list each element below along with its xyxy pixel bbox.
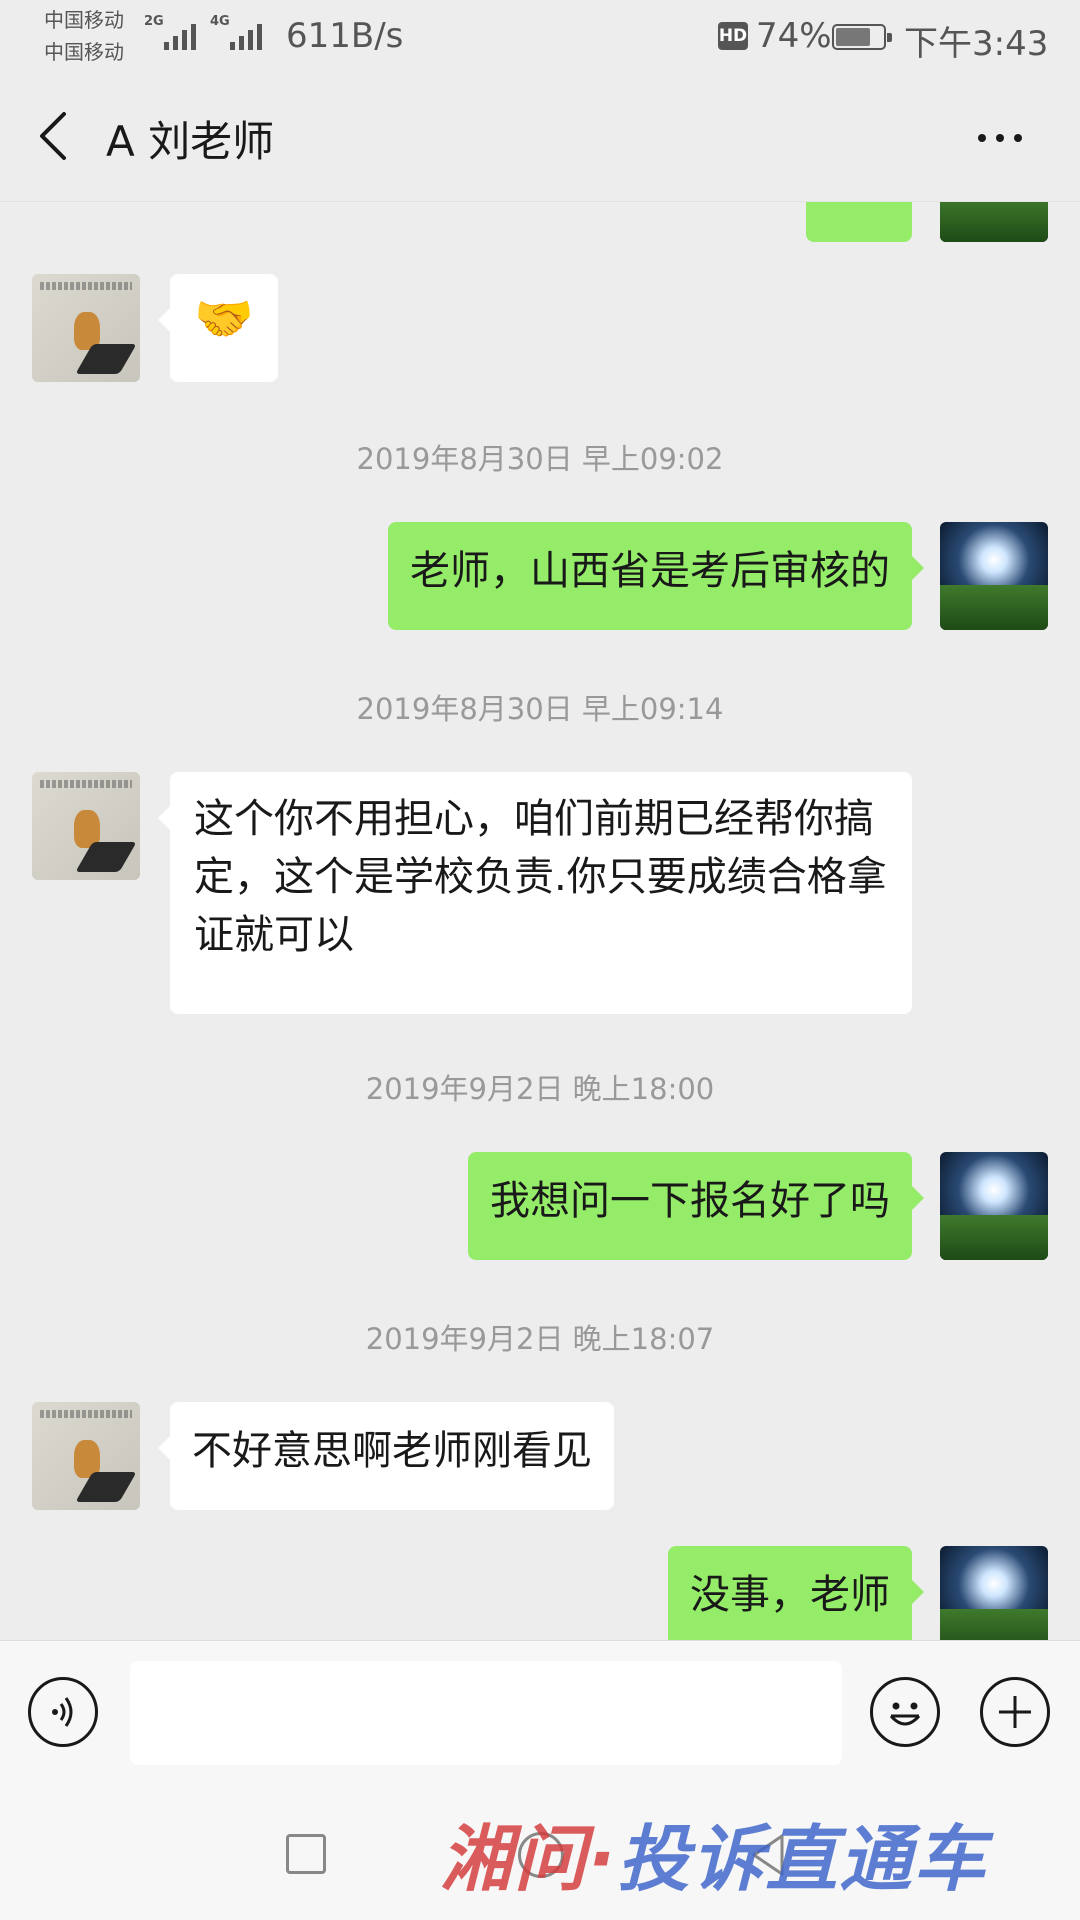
smiley-icon [889,1702,921,1726]
message-out: 没事，老师 [0,1546,1080,1640]
message-out: 老师，山西省是考后审核的 [0,522,1080,630]
my-avatar[interactable] [940,202,1048,242]
chevron-left-icon [40,112,66,160]
handshake-emoji: 🤝 [194,291,254,347]
chat-area[interactable]: 🤝 2019年8月30日 早上09:02 老师，山西省是考后审核的 2019年8… [0,202,1080,1640]
message-in: 不好意思啊老师刚看见 [0,1402,1080,1510]
message-bubble-partial[interactable] [806,202,912,242]
timestamp: 2019年8月30日 早上09:14 [356,692,724,726]
message-bubble[interactable]: 不好意思啊老师刚看见 [158,1402,614,1510]
message-out-partial [0,202,1080,242]
message-out: 我想问一下报名好了吗 [0,1152,1080,1260]
battery-icon [832,24,892,50]
carrier-2: 中国移动 [44,40,124,64]
message-in: 🤝 [0,274,1080,382]
message-bubble[interactable]: 没事，老师 [668,1546,924,1640]
dot-icon [978,134,986,142]
dot-icon [1014,134,1022,142]
message-bubble[interactable]: 这个你不用担心，咱们前期已经帮你搞定，这个是学校负责.你只要成绩合格拿证就可以 [158,772,912,1014]
contact-avatar[interactable] [32,274,140,382]
watermark-blue: 投诉直通车 [617,1817,988,1901]
recent-apps-button[interactable] [286,1834,326,1874]
signal-icon [164,22,196,50]
watermark: 湘问·投诉直通车 [440,1800,987,1905]
network-type-2: 4G [210,14,230,29]
message-bubble[interactable]: 老师，山西省是考后审核的 [388,522,924,630]
timestamp: 2019年8月30日 早上09:02 [356,442,724,476]
message-bubble[interactable]: 我想问一下报名好了吗 [468,1152,924,1260]
my-avatar[interactable] [940,1152,1048,1260]
back-button[interactable] [28,104,88,168]
clock: 下午3:43 [904,24,1049,64]
message-in: 这个你不用担心，咱们前期已经帮你搞定，这个是学校负责.你只要成绩合格拿证就可以 [0,772,1080,1014]
contact-avatar[interactable] [32,772,140,880]
carrier-1: 中国移动 [44,8,124,32]
watermark-red: 湘问· [440,1817,618,1901]
timestamp: 2019年9月2日 晚上18:00 [365,1072,715,1106]
battery-percent: 74% [756,16,832,56]
chat-title: A 刘老师 [106,117,275,166]
chat-header: A 刘老师 [0,78,1080,202]
my-avatar[interactable] [940,1546,1048,1640]
my-avatar[interactable] [940,522,1048,630]
network-type-1: 2G [144,14,164,29]
signal-icon [230,22,262,50]
timestamp: 2019年9月2日 晚上18:07 [365,1322,715,1356]
voice-icon [52,1697,73,1727]
hd-icon: HD [718,22,748,50]
message-bubble[interactable]: 🤝 [158,274,278,382]
battery-cap [887,33,892,42]
voice-button[interactable] [28,1677,98,1747]
dot-icon [996,134,1004,142]
battery-fill [836,28,870,46]
avatar-caption [40,282,132,290]
emoji-button[interactable] [870,1677,940,1747]
network-speed: 611B/s [286,16,404,56]
plus-icon [999,1696,1031,1728]
status-bar: 中国移动 中国移动 2G 4G 611B/s HD 74% 下午3:43 [0,0,1080,78]
avatar-caption [40,780,132,788]
more-functions-button[interactable] [980,1677,1050,1747]
more-options-button[interactable] [970,118,1030,158]
input-bar [0,1640,1080,1780]
navigation-bar: 湘问·投诉直通车 [0,1780,1080,1920]
message-input[interactable] [130,1661,842,1765]
avatar-caption [40,1410,132,1418]
contact-avatar[interactable] [32,1402,140,1510]
